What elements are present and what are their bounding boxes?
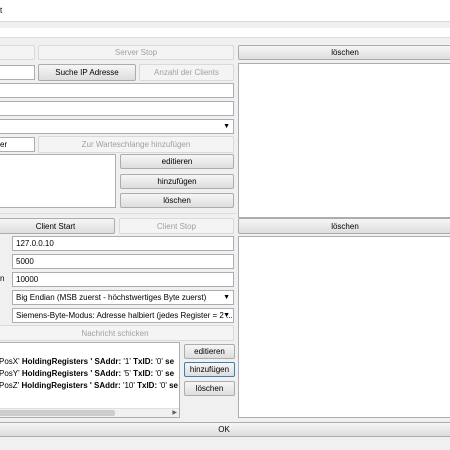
search-ip-button[interactable]: Suche IP Adresse [38,64,136,81]
server-start-button[interactable] [0,45,35,60]
client-field-3-label: n [0,274,5,283]
siemens-mode-dropdown[interactable]: Siemens-Byte-Modus: Adresse halbiert (je… [12,308,234,323]
send-message-button[interactable]: Nachricht schicken [0,325,234,341]
chevron-down-icon: ▼ [223,312,230,319]
server-dropdown[interactable]: ▼ [0,119,234,134]
server-ip-field[interactable] [0,65,35,80]
ok-button[interactable]: OK [0,422,450,437]
client-log-panel[interactable] [238,236,450,418]
byte-order-value: Big Endian (MSB zuerst - höchstwertiges … [16,293,207,302]
client-ip-field[interactable]: 127.0.0.10 [12,236,234,251]
top-strip [0,28,450,38]
chevron-down-icon: ▼ [223,123,230,130]
byte-order-dropdown[interactable]: Big Endian (MSB zuerst - höchstwertiges … [12,290,234,305]
server-field-1[interactable] [0,83,234,98]
add-to-queue-button[interactable]: Zur Warteschlange hinzufügen [38,136,234,153]
server-stop-button[interactable]: Server Stop [38,45,234,60]
horizontal-scrollbar[interactable]: ▶ [0,408,179,417]
scrollbar-thumb[interactable] [0,410,115,416]
window-title: t [0,6,3,15]
queue-name-field[interactable]: er [0,137,35,152]
server-field-2[interactable] [0,101,234,116]
title-bar: t [0,0,450,22]
list-item[interactable]: PosZ' HoldingRegisters ' SAddr: '10' TxI… [0,381,178,390]
client-count-button[interactable]: Anzahl der Clients [139,64,234,81]
server-edit-button[interactable]: editieren [120,154,234,169]
client-clear-button[interactable]: löschen [184,381,235,396]
server-log-clear-button[interactable]: löschen [238,45,450,60]
client-log-clear-button[interactable]: löschen [238,218,450,234]
client-field-3[interactable]: 10000 [12,272,234,287]
server-clear-button[interactable]: löschen [120,193,234,208]
list-item[interactable]: PosY' HoldingRegisters ' SAddr: '5' TxID… [0,369,174,378]
server-add-button[interactable]: hinzufügen [120,174,234,189]
client-add-button[interactable]: hinzufügen [184,362,235,377]
client-edit-button[interactable]: editieren [184,344,235,359]
server-queue-list[interactable] [0,154,116,208]
client-start-button[interactable]: Client Start [0,218,115,234]
list-item[interactable]: PosX' HoldingRegisters ' SAddr: '1' TxID… [0,357,174,366]
siemens-mode-value: Siemens-Byte-Modus: Adresse halbiert (je… [16,311,233,320]
server-log-panel[interactable] [238,63,450,218]
client-stop-button[interactable]: Client Stop [119,218,234,234]
chevron-down-icon: ▼ [223,294,230,301]
scroll-right-icon[interactable]: ▶ [172,409,177,416]
section-divider [0,213,236,214]
client-port-field[interactable]: 5000 [12,254,234,269]
message-list[interactable]: PosX' HoldingRegisters ' SAddr: '1' TxID… [0,342,180,418]
